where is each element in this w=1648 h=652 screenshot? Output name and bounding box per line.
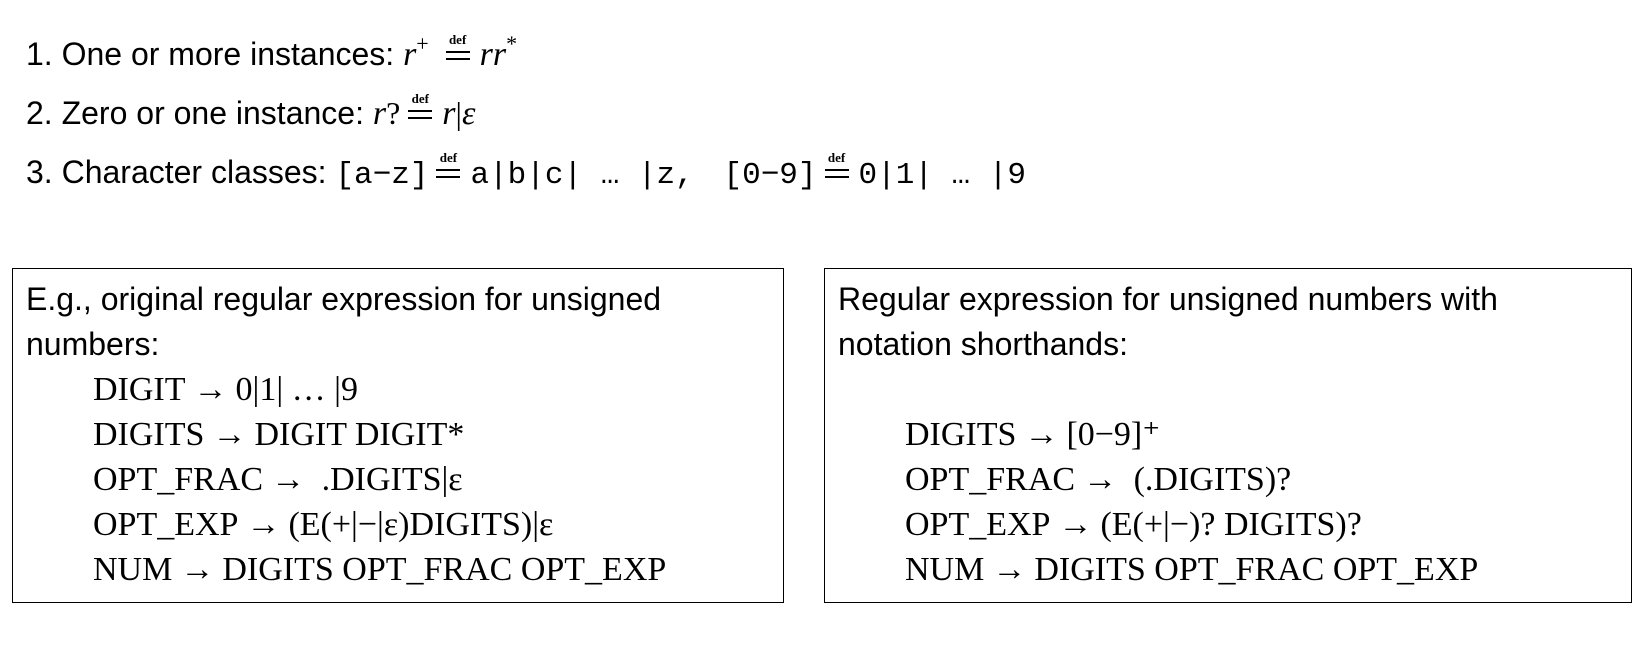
production-rhs: (.DIGITS)? [1125, 461, 1292, 498]
production-lhs: DIGIT [93, 371, 186, 408]
production-lhs: OPT_FRAC [93, 461, 264, 498]
star-superscript: * [506, 31, 518, 56]
production-num: NUM → DIGITS OPT_FRAC OPT_EXP [93, 547, 666, 592]
box-title: E.g., original regular expression for un… [26, 277, 661, 367]
production-rhs: DIGITS OPT_FRAC OPT_EXP [222, 551, 667, 588]
box-title: Regular expression for unsigned numbers … [838, 277, 1498, 367]
production-list: DIGITS → [0−9]⁺ OPT_FRAC → (.DIGITS)? OPT_E… [905, 412, 1478, 592]
arrow-icon: → [271, 461, 306, 498]
arrow-icon: → [1024, 416, 1059, 453]
production-opt-exp: OPT_EXP → (E(+|−|ε)DIGITS)|ε [93, 502, 666, 547]
production-digit: DIGIT → 0|1| … |9 [93, 367, 666, 412]
def-label: def [439, 150, 458, 165]
production-rhs: 0|1| … |9 [235, 371, 358, 408]
production-lhs: OPT_EXP [93, 506, 239, 543]
production-opt-exp: OPT_EXP → (E(+|−)? DIGITS)? [905, 502, 1478, 547]
rule-one-or-more: 1. One or more instances: r+ def rr* [26, 31, 518, 75]
rule-label: 3. Character classes: [26, 154, 327, 190]
optional-operator: ? [386, 95, 401, 131]
shorthand-regex-box: Regular expression for unsigned numbers … [824, 268, 1632, 603]
production-num: NUM → DIGITS OPT_FRAC OPT_EXP [905, 547, 1478, 592]
production-list: DIGIT → 0|1| … |9 DIGITS → DIGIT DIGIT* OPT_… [93, 367, 666, 592]
def-label: def [448, 32, 467, 47]
box-title-line: notation shorthands: [838, 326, 1128, 362]
production-rhs: DIGIT DIGIT* [254, 416, 465, 453]
digit-class: [0−9] [723, 158, 817, 193]
rule-label: 1. One or more instances: [26, 36, 395, 72]
box-title-line: numbers: [26, 326, 160, 362]
def-equals-symbol: def [407, 92, 433, 126]
lhs-variable: r [403, 36, 417, 73]
production-opt-frac: OPT_FRAC → .DIGITS|ε [93, 457, 666, 502]
production-rhs: [0−9]⁺ [1066, 416, 1161, 453]
arrow-icon: → [1058, 506, 1093, 543]
letter-class: [a−z] [335, 158, 429, 193]
rule-zero-or-one: 2. Zero or one instance: r? def r|ε [26, 92, 476, 134]
production-digits: DIGITS → DIGIT DIGIT* [93, 412, 666, 457]
production-lhs: NUM [905, 551, 985, 588]
arrow-icon: → [193, 371, 228, 408]
production-lhs: NUM [93, 551, 173, 588]
production-lhs: DIGITS [905, 416, 1017, 453]
def-equals-symbol: def [824, 151, 850, 185]
original-regex-box: E.g., original regular expression for un… [12, 268, 784, 603]
arrow-icon: → [180, 551, 215, 588]
letter-class-expansion: a|b|c| … |z, [470, 158, 694, 193]
production-lhs: DIGITS [93, 416, 205, 453]
production-rhs: .DIGITS|ε [313, 461, 463, 498]
production-rhs: (E(+|−)? DIGITS)? [1100, 506, 1362, 543]
rhs-variable: rr [479, 36, 507, 73]
epsilon-symbol: ε [461, 95, 476, 132]
production-opt-frac: OPT_FRAC → (.DIGITS)? [905, 457, 1478, 502]
rhs-variable: r [442, 95, 456, 132]
arrow-icon: → [246, 506, 281, 543]
def-label: def [411, 91, 429, 106]
production-lhs: OPT_FRAC [905, 461, 1076, 498]
plus-superscript: + [416, 31, 429, 56]
def-equals-symbol: def [435, 151, 461, 185]
box-title-line: E.g., original regular expression for un… [26, 281, 662, 317]
box-title-line: Regular expression for unsigned numbers … [838, 281, 1498, 317]
digit-class-expansion: 0|1| … |9 [858, 158, 1026, 193]
arrow-icon: → [992, 551, 1027, 588]
lhs-variable: r [372, 95, 387, 132]
arrow-icon: → [212, 416, 247, 453]
def-label: def [827, 150, 846, 165]
production-rhs: (E(+|−|ε)DIGITS)|ε [288, 506, 554, 543]
def-equals-symbol: def [445, 33, 471, 67]
rule-label: 2. Zero or one instance: [26, 95, 364, 131]
arrow-icon: → [1083, 461, 1118, 498]
production-lhs: OPT_EXP [905, 506, 1051, 543]
production-digits: DIGITS → [0−9]⁺ [905, 412, 1478, 457]
rule-character-classes: 3. Character classes: [a−z] def a|b|c| … |… [26, 151, 1026, 196]
production-rhs: DIGITS OPT_FRAC OPT_EXP [1034, 551, 1479, 588]
